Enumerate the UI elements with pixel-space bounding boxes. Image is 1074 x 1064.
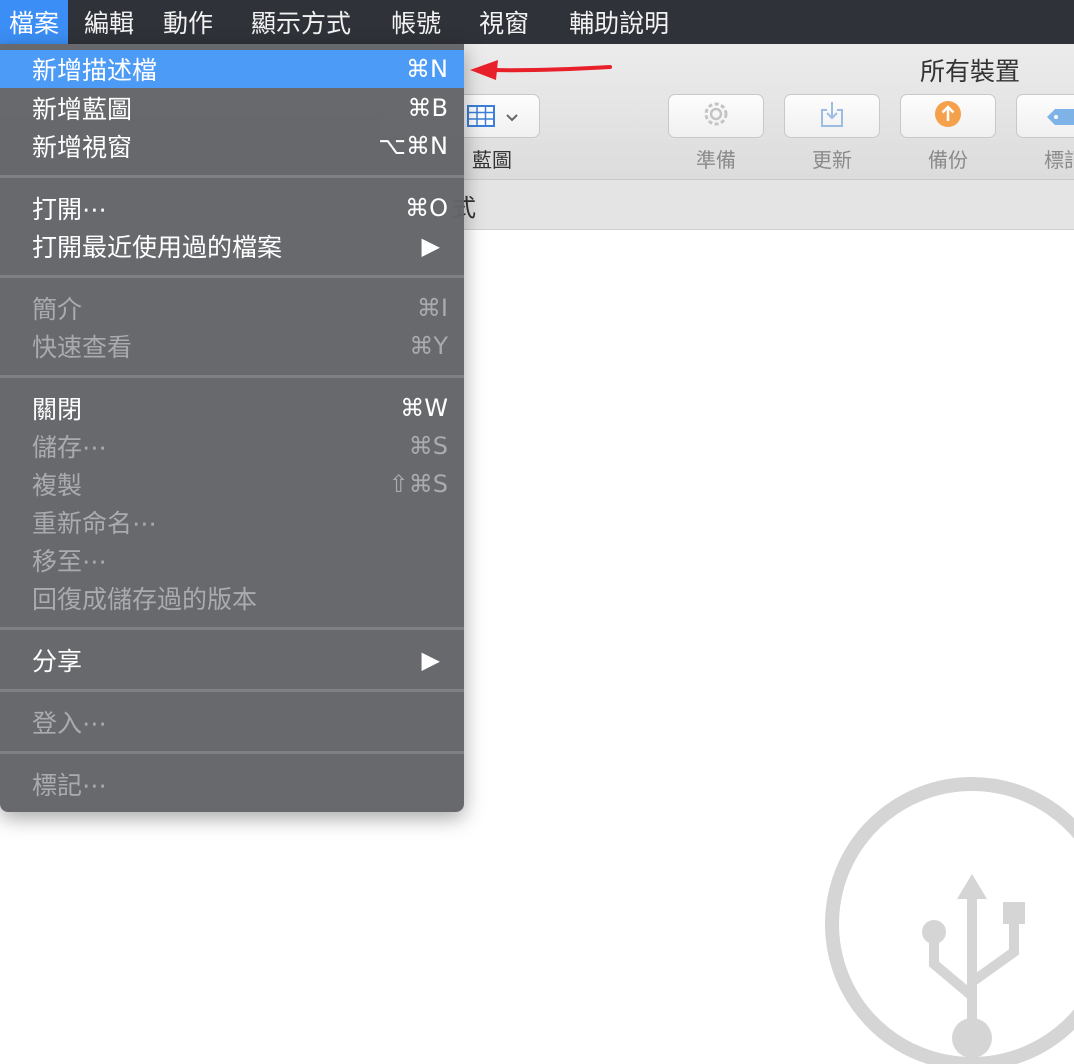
menu-separator <box>0 689 464 692</box>
menu-item-quick-look[interactable]: 快速查看 ⌘Y <box>0 327 464 365</box>
menu-separator <box>0 275 464 278</box>
update-button[interactable] <box>784 94 880 138</box>
submenu-arrow-icon: ▶ <box>421 232 440 260</box>
menu-item-sign-in[interactable]: 登入⋯ <box>0 703 464 741</box>
menu-item-rename[interactable]: 重新命名⋯ <box>0 503 464 541</box>
menu-item-label: 新增視窗 <box>32 133 133 162</box>
menu-item-share[interactable]: 分享 ▶ <box>0 641 464 679</box>
backup-label: 備份 <box>928 148 968 172</box>
menu-item-label: 儲存⋯ <box>32 433 108 462</box>
menu-item-label: 新增藍圖 <box>32 95 133 124</box>
menu-item-label: 移至⋯ <box>32 547 108 576</box>
menu-item-shortcut: ⌘S <box>408 432 448 460</box>
menu-item-open[interactable]: 打開⋯ ⌘O <box>0 189 464 227</box>
chevron-down-icon <box>505 109 519 128</box>
prepare-label: 準備 <box>696 148 736 172</box>
menu-window[interactable]: 視窗 <box>461 0 549 44</box>
submenu-arrow-icon: ▶ <box>421 646 440 674</box>
menu-separator <box>0 627 464 630</box>
menu-item-tags[interactable]: 標記⋯ <box>0 765 464 803</box>
menu-help[interactable]: 輔助說明 <box>549 0 678 44</box>
menu-item-label: 打開⋯ <box>32 195 108 224</box>
menu-item-shortcut: ⌘W <box>400 394 448 422</box>
menu-separator <box>0 175 464 178</box>
download-icon <box>819 100 845 132</box>
menu-item-label: 關閉 <box>32 395 83 424</box>
menu-item-shortcut: ⌥⌘N <box>378 132 448 160</box>
window-title: 所有裝置 <box>919 57 1020 86</box>
menu-account[interactable]: 帳號 <box>371 0 461 44</box>
menu-item-label: 打開最近使用過的檔案 <box>32 233 283 262</box>
menu-item-duplicate[interactable]: 複製 ⇧⌘S <box>0 465 464 503</box>
menu-item-label: 快速查看 <box>32 333 133 362</box>
menu-item-shortcut: ⌘Y <box>409 332 448 360</box>
menu-item-label: 回復成儲存過的版本 <box>32 585 258 614</box>
menu-item-get-info[interactable]: 簡介 ⌘I <box>0 289 464 327</box>
update-label: 更新 <box>812 148 852 172</box>
menu-item-shortcut: ⇧⌘S <box>388 470 448 498</box>
prepare-button[interactable] <box>668 94 764 138</box>
menu-item-label: 簡介 <box>32 295 83 324</box>
menu-item-move-to[interactable]: 移至⋯ <box>0 541 464 579</box>
menu-item-shortcut: ⌘N <box>406 55 448 83</box>
menu-item-open-recent[interactable]: 打開最近使用過的檔案 ▶ <box>0 227 464 265</box>
file-menu: 新增描述檔 ⌘N 新增藍圖 ⌘B 新增視窗 ⌥⌘N 打開⋯ ⌘O 打開最近使用過… <box>0 44 464 812</box>
menu-edit[interactable]: 編輯 <box>68 0 143 44</box>
backup-button[interactable] <box>900 94 996 138</box>
menu-item-close[interactable]: 關閉 ⌘W <box>0 389 464 427</box>
usb-icon <box>822 774 1074 1064</box>
menu-item-label: 重新命名⋯ <box>32 509 158 538</box>
grid-icon <box>467 105 495 131</box>
menu-item-shortcut: ⌘B <box>407 94 448 122</box>
annotation-arrow-icon <box>470 58 615 88</box>
menu-item-shortcut: ⌘O <box>405 194 448 222</box>
menu-bar: 檔案 編輯 動作 顯示方式 帳號 視窗 輔助說明 <box>0 0 1074 44</box>
menu-separator <box>0 751 464 754</box>
menu-separator <box>0 375 464 378</box>
menu-view[interactable]: 顯示方式 <box>231 0 371 44</box>
menu-item-label: 標記⋯ <box>32 771 108 800</box>
menu-item-label: 複製 <box>32 471 83 500</box>
menu-action[interactable]: 動作 <box>143 0 231 44</box>
menu-item-shortcut: ⌘I <box>416 294 448 322</box>
upload-circle-icon <box>934 100 962 132</box>
menu-item-label: 新增描述檔 <box>32 56 158 85</box>
tag-icon <box>1045 107 1074 131</box>
menu-item-revert[interactable]: 回復成儲存過的版本 <box>0 579 464 617</box>
menu-item-label: 登入⋯ <box>32 709 108 738</box>
menu-item-save[interactable]: 儲存⋯ ⌘S <box>0 427 464 465</box>
menu-item-label: 分享 <box>32 647 83 676</box>
menu-item-new-window[interactable]: 新增視窗 ⌥⌘N <box>0 127 464 165</box>
menu-item-new-blueprint[interactable]: 新增藍圖 ⌘B <box>0 89 464 127</box>
tag-label: 標記 <box>1044 148 1074 172</box>
menu-item-new-profile[interactable]: 新增描述檔 ⌘N <box>0 50 464 88</box>
menu-file[interactable]: 檔案 <box>0 0 69 44</box>
gear-icon <box>701 99 731 133</box>
tag-button[interactable] <box>1016 94 1074 138</box>
